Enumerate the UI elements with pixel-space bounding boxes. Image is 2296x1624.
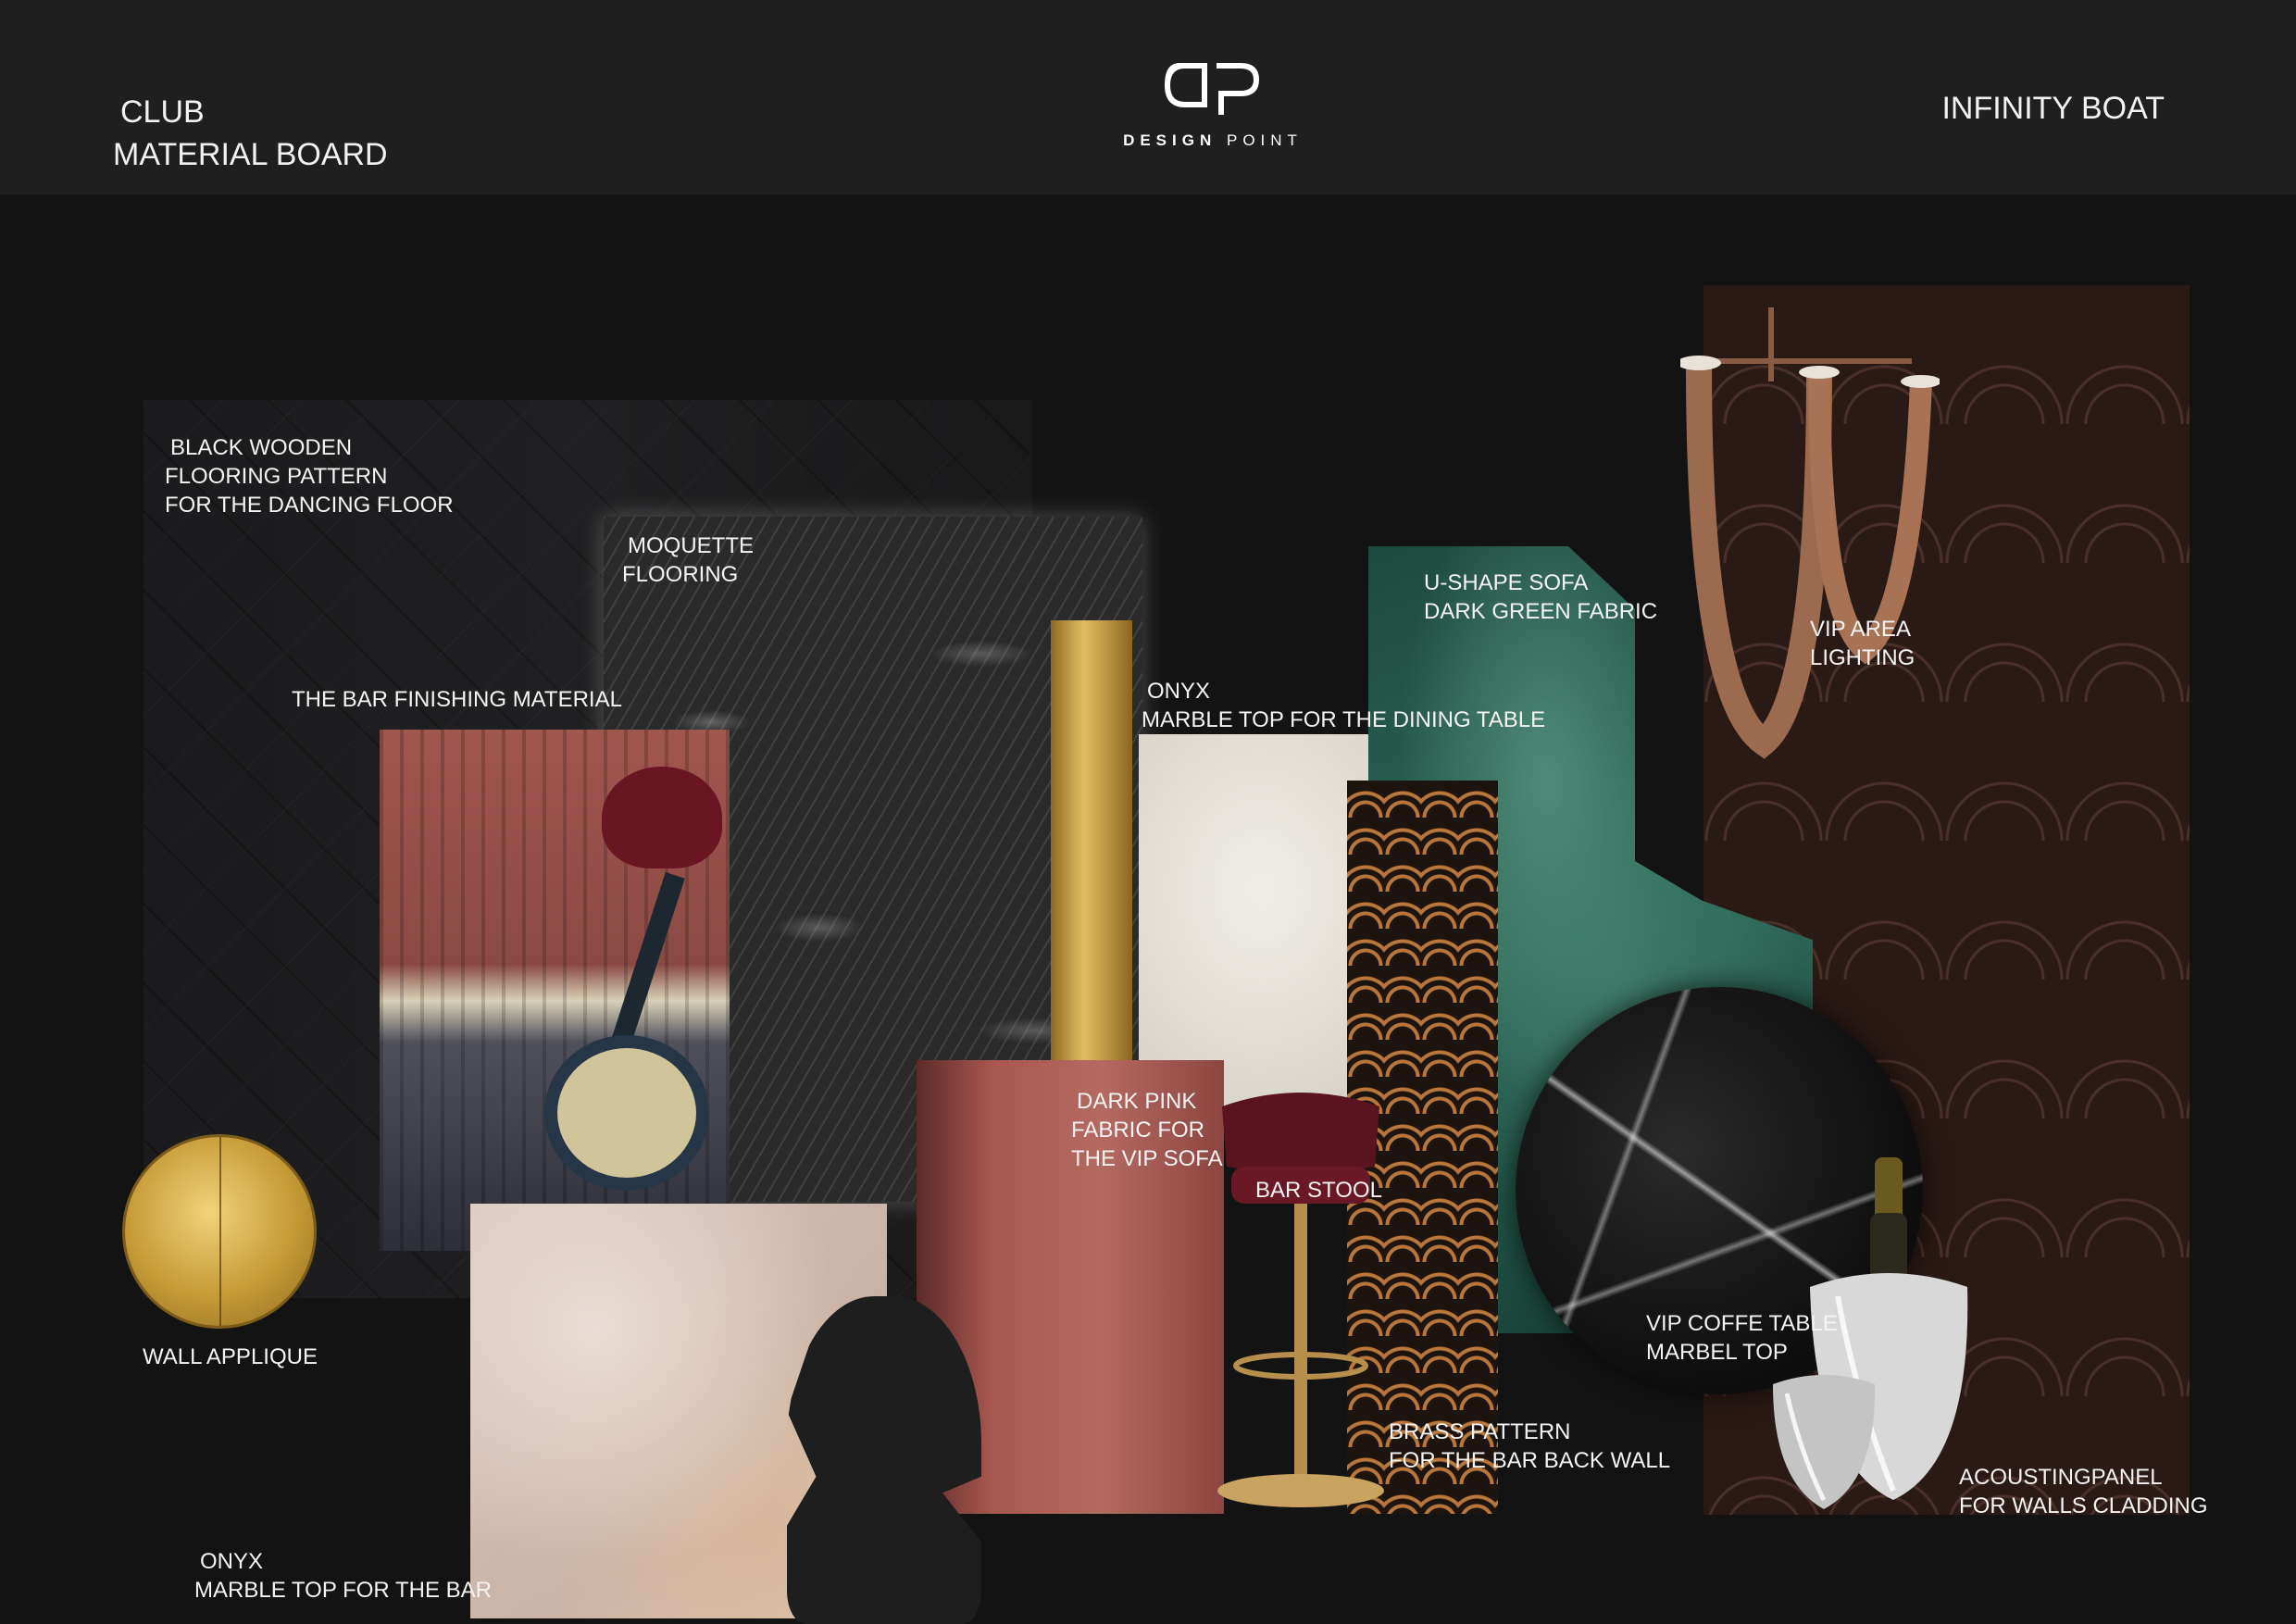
bar-finishing-swatch: [380, 730, 730, 1251]
header-bar: CLUB MATERIAL BOARD DESIGN POINT INFINIT…: [0, 0, 2296, 194]
label-bar-finishing: THE BAR FINISHING MATERIAL: [292, 687, 622, 712]
label-dark-pink: DARK PINK FABRIC FOR THE VIP SOFA: [1071, 1089, 1223, 1171]
logo-wordmark: DESIGN POINT: [1123, 131, 1303, 149]
board-title: CLUB MATERIAL BOARD: [113, 91, 388, 176]
project-name: INFINITY BOAT: [1941, 91, 2165, 126]
dp-monogram-icon: [1165, 63, 1259, 115]
stool-base: [544, 1035, 709, 1191]
label-coffee-table: VIP COFFE TABLE MARBEL TOP: [1646, 1311, 1838, 1365]
board-title-line2: MATERIAL BOARD: [113, 137, 388, 172]
sconce-split-line: [219, 1137, 221, 1326]
wall-applique-image: [125, 1137, 314, 1326]
label-wall-applique: WALL APPLIQUE: [143, 1344, 318, 1369]
label-lighting: VIP AREA LIGHTING: [1810, 617, 1915, 670]
gold-strip-swatch: [1051, 620, 1132, 1060]
label-brass-pattern: BRASS PATTERN FOR THE BAR BACK WALL: [1389, 1419, 1671, 1473]
label-sofa: U-SHAPE SOFA DARK GREEN FABRIC: [1424, 570, 1658, 624]
stool-seat: [602, 767, 722, 868]
chandelier-image: [1680, 307, 1940, 759]
label-acoustic-panel: ACOUSTINGPANEL FOR WALLS CLADDING: [1959, 1465, 2208, 1518]
label-onyx-dining: ONYX MARBLE TOP FOR THE DINING TABLE: [1142, 679, 1546, 732]
design-point-logo: DESIGN POINT: [1116, 56, 1310, 150]
black-sculpture-image: [787, 1296, 981, 1624]
label-onyx-bar: ONYX MARBLE TOP FOR THE BAR: [194, 1549, 492, 1603]
bar-stool-image: [1217, 1093, 1384, 1507]
label-moquette: MOQUETTE FLOORING: [622, 533, 754, 587]
label-wood-flooring: BLACK WOODEN FLOORING PATTERN FOR THE DA…: [165, 435, 454, 518]
label-bar-stool: BAR STOOL: [1255, 1178, 1382, 1203]
board-title-line1: CLUB: [120, 94, 205, 130]
